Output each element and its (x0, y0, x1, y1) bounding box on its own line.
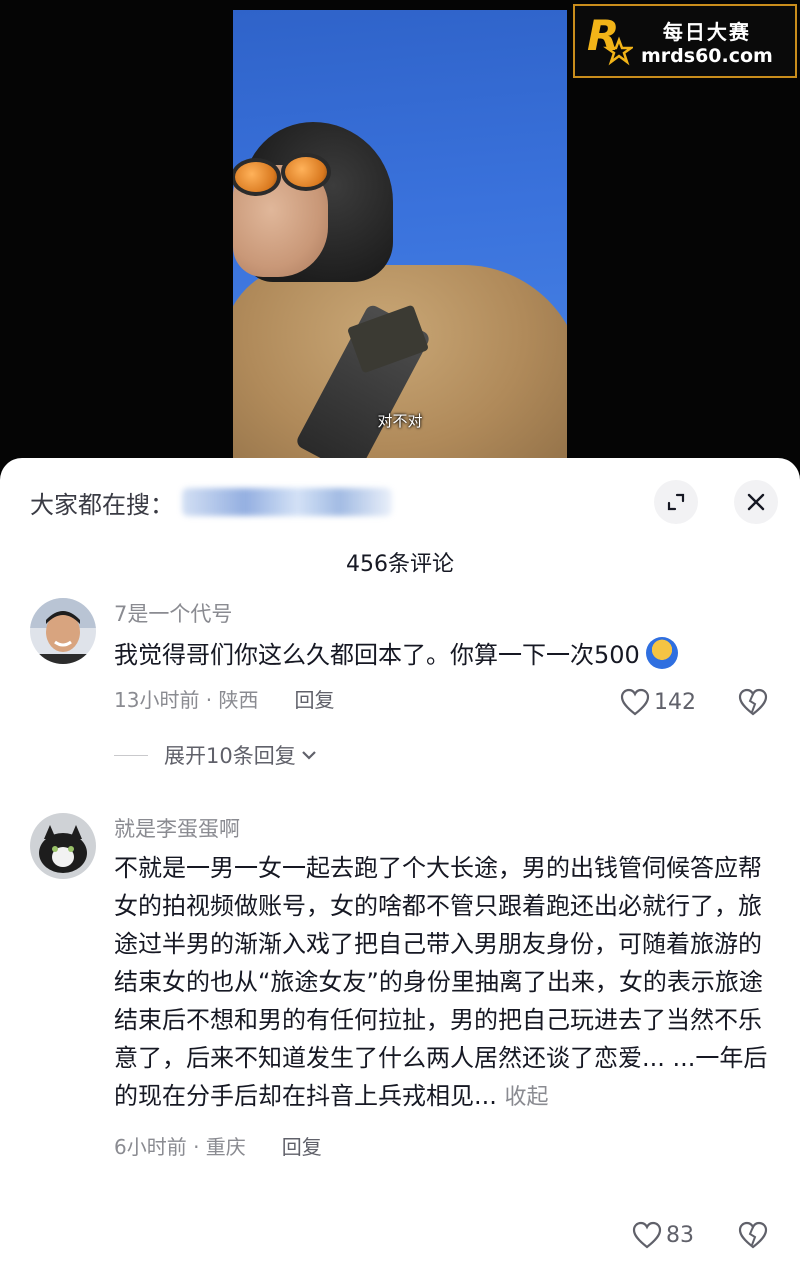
broken-heart-icon (738, 688, 768, 716)
video-player[interactable]: 对不对 R 每日大赛 mrds60.com (0, 0, 800, 470)
comment-text-content: 我觉得哥们你这么久都回本了。你算一下一次500 (114, 641, 640, 669)
dislike-button[interactable] (738, 1221, 768, 1253)
comment-username[interactable]: 7是一个代号 (114, 598, 770, 628)
comment-sheet: 大家都在搜： 456条评论 7是一个代号 我觉得哥们你这么久都回本了。你算一下一… (0, 458, 800, 1280)
like-count: 83 (666, 1222, 694, 1248)
like-button[interactable]: 142 (620, 688, 696, 716)
expand-replies-button[interactable]: 展开10条回复 (114, 740, 318, 770)
trending-search[interactable]: 大家都在搜： (30, 482, 392, 522)
dislike-button[interactable] (738, 688, 768, 720)
comment-time-location: 6小时前 · 重庆 (114, 1135, 246, 1159)
comment-text: 不就是一男一女一起去跑了个大长途，男的出钱管伺候答应帮女的拍视频做账号，女的啥都… (114, 849, 770, 1117)
video-goggle-right (281, 153, 331, 191)
watermark-logo: R 每日大赛 mrds60.com (573, 4, 797, 78)
divider-line (114, 754, 148, 756)
expand-icon (667, 493, 685, 511)
video-frame[interactable]: 对不对 (233, 10, 567, 460)
comment-text-content: 不就是一男一女一起去跑了个大长途，男的出钱管伺候答应帮女的拍视频做账号，女的啥都… (114, 854, 768, 1110)
watermark-title: 每日大赛 (662, 19, 751, 44)
reply-button[interactable]: 回复 (282, 1131, 322, 1160)
heart-icon (632, 1221, 662, 1249)
trending-search-term-blurred[interactable] (182, 488, 392, 516)
comment-text: 我觉得哥们你这么久都回本了。你算一下一次500 (114, 636, 770, 674)
video-goggle-left (233, 158, 281, 196)
comment-count: 456条评论 (346, 552, 454, 577)
expand-replies-label: 展开10条回复 (164, 744, 296, 768)
comment-time-location: 13小时前 · 陕西 (114, 688, 259, 712)
like-count: 142 (654, 689, 696, 715)
trending-search-label: 大家都在搜： (30, 490, 174, 519)
close-sheet-button[interactable] (734, 480, 778, 524)
avatar[interactable] (30, 598, 96, 664)
broken-heart-icon (738, 1221, 768, 1249)
collapse-button[interactable]: 收起 (505, 1085, 549, 1110)
like-button[interactable]: 83 (632, 1221, 694, 1249)
expand-sheet-button[interactable] (654, 480, 698, 524)
heart-icon (620, 688, 650, 716)
video-subtitle: 对不对 (377, 412, 423, 430)
emoji-icon (645, 637, 678, 669)
chevron-down-icon (301, 751, 316, 760)
reply-button[interactable]: 回复 (295, 684, 335, 713)
close-icon (747, 493, 765, 511)
watermark-url: mrds60.com (641, 44, 773, 67)
comment-username[interactable]: 就是李蛋蛋啊 (114, 813, 770, 843)
avatar[interactable] (30, 813, 96, 879)
logo-r-star-icon: R (585, 10, 635, 72)
